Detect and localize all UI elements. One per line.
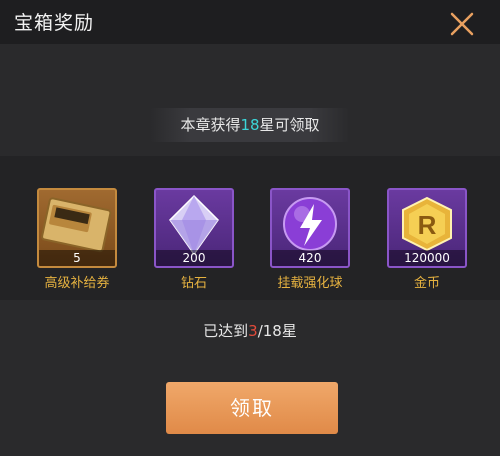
progress-suffix: /18星 [257,322,297,340]
star-requirement-banner: 本章获得18星可领取 [150,108,350,142]
reward-icon-box: 5 [37,188,117,268]
page-title: 宝箱奖励 [14,12,95,34]
reward-quantity: 5 [39,250,115,266]
reward-item[interactable]: 420 挂载强化球 [266,188,354,291]
reward-name: 高级补给券 [44,276,110,291]
reward-icon-box: 420 [270,188,350,268]
title-bar: 宝箱奖励 [0,0,500,44]
reward-name: 钻石 [180,276,207,291]
reward-icon-box: 200 [154,188,234,268]
reward-item[interactable]: R 120000 金币 [383,188,471,291]
reward-item[interactable]: 5 高级补给券 [33,188,121,291]
reward-quantity: 420 [272,250,348,266]
reward-item[interactable]: 200 钻石 [150,188,238,291]
reward-quantity: 120000 [389,250,465,266]
reward-quantity: 200 [156,250,232,266]
close-icon [450,12,474,36]
svg-text:R: R [418,210,437,240]
requirement-stars: 18 [240,116,260,134]
requirement-suffix: 星可领取 [259,116,320,134]
progress-prefix: 已达到 [203,322,249,340]
star-progress: 已达到3/18星 [0,320,500,341]
progress-current: 3 [248,322,258,340]
close-button[interactable] [446,8,478,40]
reward-name: 挂载强化球 [277,276,343,291]
reward-icon-box: R 120000 [387,188,467,268]
requirement-prefix: 本章获得 [180,116,241,134]
reward-name: 金币 [413,276,440,291]
claim-button[interactable]: 领取 [166,382,338,434]
